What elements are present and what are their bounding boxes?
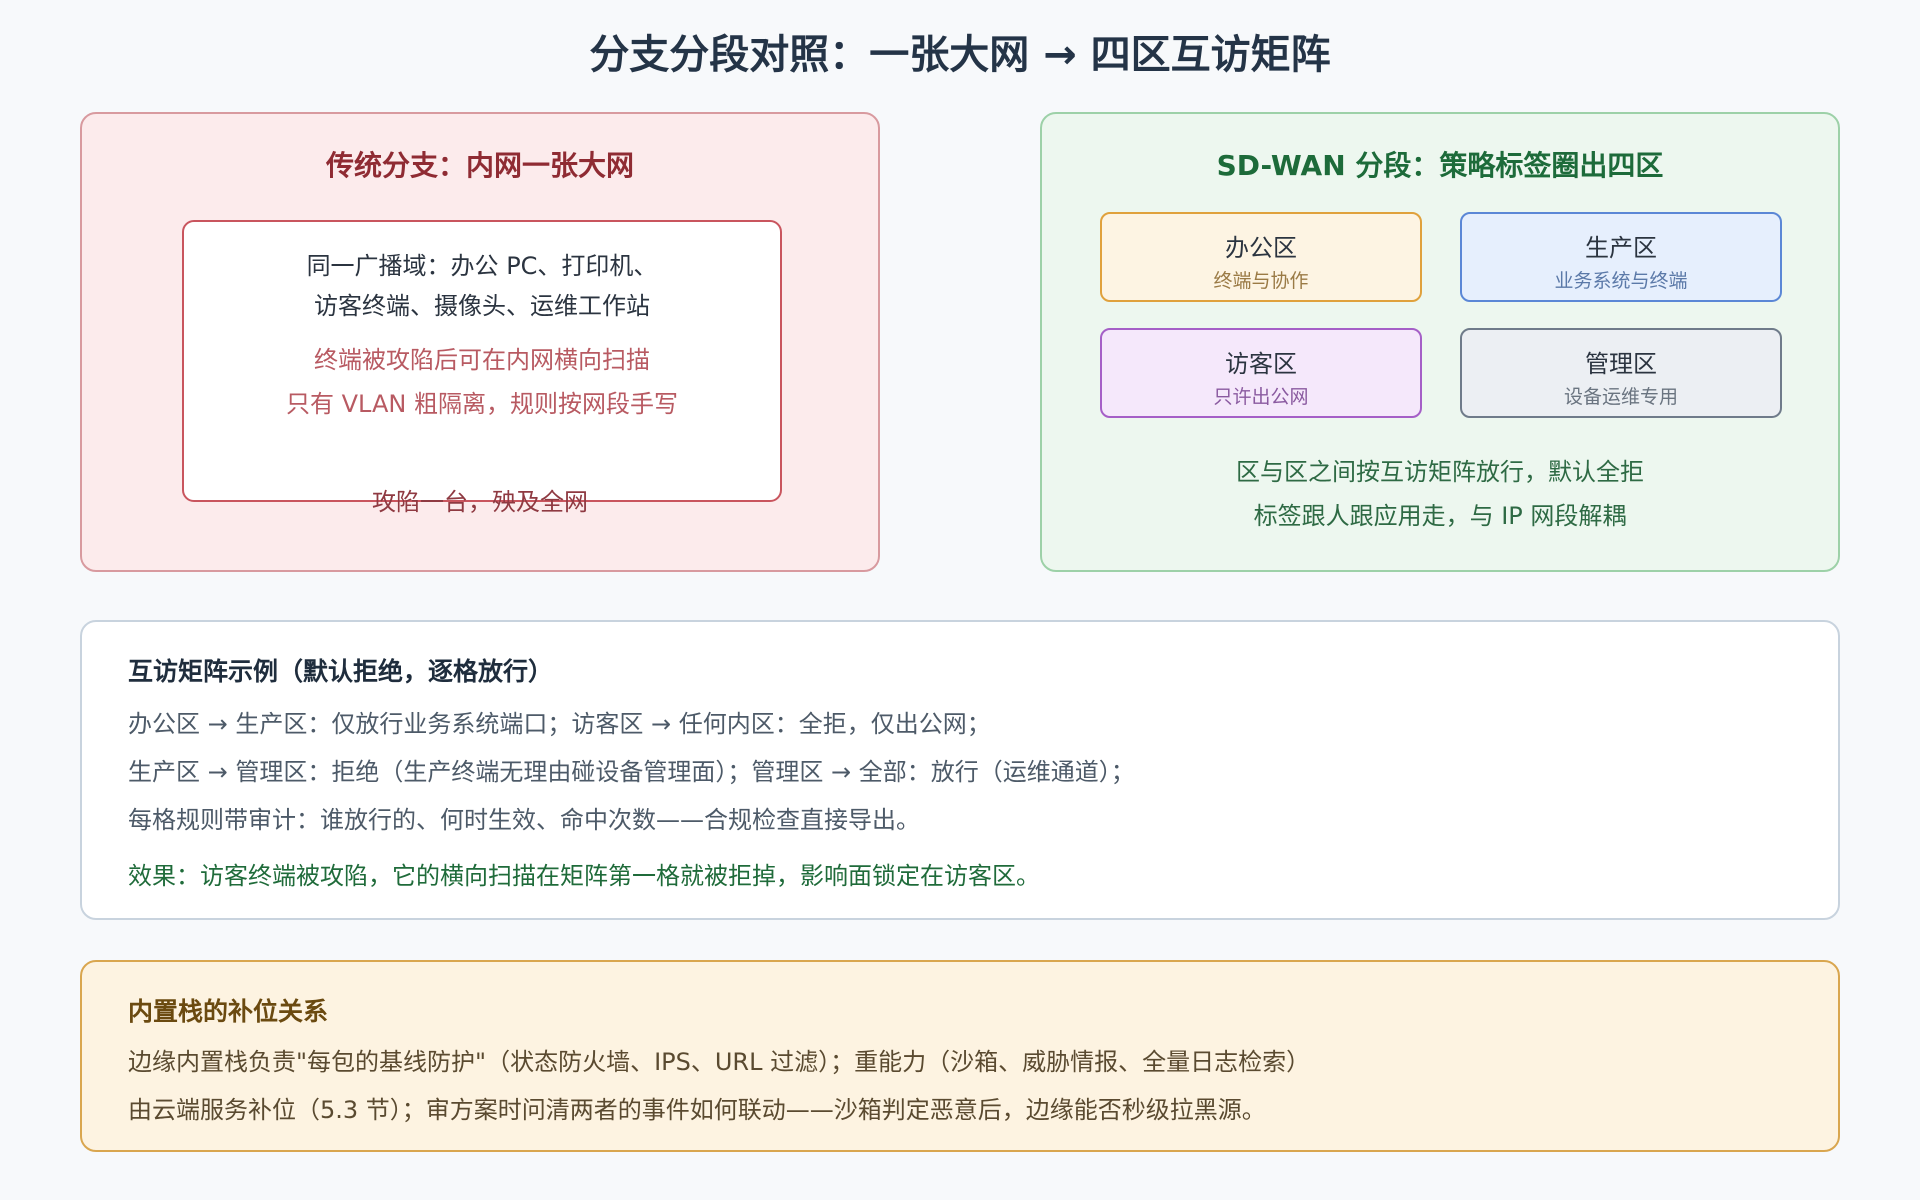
zone-management: 管理区 设备运维专用: [1460, 328, 1782, 418]
stack-line: 边缘内置栈负责"每包的基线防护"（状态防火墙、IPS、URL 过滤）；重能力（沙…: [128, 1048, 1311, 1076]
matrix-rule-line: 办公区 → 生产区：仅放行业务系统端口；访客区 → 任何内区：全拒，仅出公网；: [128, 710, 991, 738]
access-matrix-section: 互访矩阵示例（默认拒绝，逐格放行） 办公区 → 生产区：仅放行业务系统端口；访客…: [80, 620, 1840, 920]
broadcast-domain-line-1: 同一广播域：办公 PC、打印机、: [306, 252, 658, 280]
vlan-isolation-note: 只有 VLAN 粗隔离，规则按网段手写: [286, 390, 678, 418]
zone-description: 终端与协作: [1213, 270, 1309, 292]
tag-decoupling-note: 标签跟人跟应用走，与 IP 网段解耦: [1253, 502, 1627, 530]
zone-office: 办公区 终端与协作: [1100, 212, 1422, 302]
blast-radius-note: 攻陷一台，殃及全网: [372, 488, 588, 516]
matrix-title: 互访矩阵示例（默认拒绝，逐格放行）: [128, 657, 554, 686]
matrix-audit-line: 每格规则带审计：谁放行的、何时生效、命中次数——合规检查直接导出。: [128, 806, 920, 834]
builtin-stack-section: 内置栈的补位关系 边缘内置栈负责"每包的基线防护"（状态防火墙、IPS、URL …: [80, 960, 1840, 1152]
matrix-effect-line: 效果：访客终端被攻陷，它的横向扫描在矩阵第一格就被拒掉，影响面锁定在访客区。: [128, 862, 1040, 890]
sdwan-segmentation-panel: SD-WAN 分段：策略标签圈出四区 办公区 终端与协作 生产区 业务系统与终端…: [1040, 112, 1840, 572]
zone-description: 只许出公网: [1213, 386, 1309, 408]
matrix-rule-line: 生产区 → 管理区：拒绝（生产终端无理由碰设备管理面）；管理区 → 全部：放行（…: [128, 758, 1135, 786]
zone-name: 访客区: [1225, 350, 1297, 378]
zone-description: 业务系统与终端: [1554, 270, 1688, 292]
broadcast-domain-line-2: 访客终端、摄像头、运维工作站: [314, 292, 650, 320]
page-title: 分支分段对照：一张大网 → 四区互访矩阵: [589, 32, 1331, 78]
stack-title: 内置栈的补位关系: [128, 997, 329, 1026]
stack-line: 由云端服务补位（5.3 节）；审方案时问清两者的事件如何联动——沙箱判定恶意后，…: [128, 1096, 1266, 1124]
traditional-branch-panel: 传统分支：内网一张大网 同一广播域：办公 PC、打印机、 访客终端、摄像头、运维…: [80, 112, 880, 572]
zone-name: 办公区: [1225, 234, 1297, 262]
zone-description: 设备运维专用: [1563, 386, 1678, 408]
matrix-policy-note: 区与区之间按互访矩阵放行，默认全拒: [1236, 458, 1644, 486]
sdwan-panel-title: SD-WAN 分段：策略标签圈出四区: [1216, 149, 1664, 182]
zone-name: 生产区: [1585, 234, 1657, 262]
zone-name: 管理区: [1585, 350, 1657, 378]
zone-guest: 访客区 只许出公网: [1100, 328, 1422, 418]
traditional-panel-title: 传统分支：内网一张大网: [325, 149, 634, 182]
zone-production: 生产区 业务系统与终端: [1460, 212, 1782, 302]
lateral-scan-risk: 终端被攻陷后可在内网横向扫描: [314, 346, 650, 374]
flat-network-box: 同一广播域：办公 PC、打印机、 访客终端、摄像头、运维工作站 终端被攻陷后可在…: [182, 220, 782, 502]
